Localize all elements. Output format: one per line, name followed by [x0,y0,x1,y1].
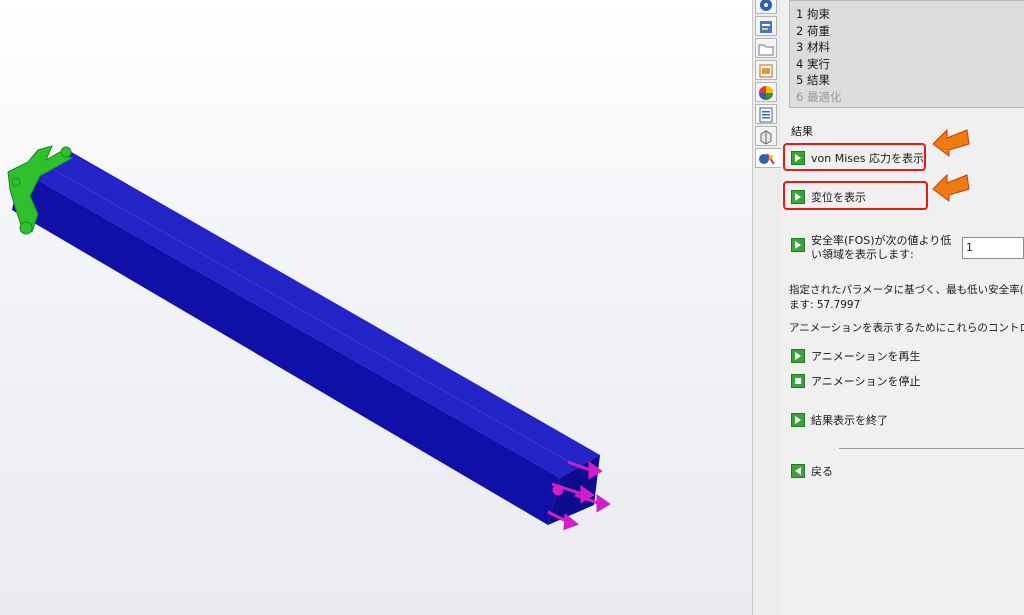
step-item[interactable]: 4 実行 [796,56,1024,73]
displacement-button[interactable]: 変位を表示 [791,189,866,205]
simxpress-tab-icon[interactable] [755,148,781,168]
callout-arrow-icon [932,173,970,202]
callout-arrow-icon [932,128,970,157]
exit-results-button[interactable]: 結果表示を終了 [791,412,888,428]
divider [839,448,1024,449]
von-mises-label: von Mises 応力を表示 [811,152,924,165]
simulation-tab-icon[interactable] [755,0,777,14]
back-button[interactable]: 戻る [791,463,833,479]
beam-top-face [20,150,600,478]
play-icon [791,349,805,363]
play-animation-button[interactable]: アニメーションを再生 [791,348,921,364]
beam-side-face [12,170,560,525]
exit-results-label: 結果表示を終了 [811,414,888,427]
step-item[interactable]: 3 材料 [796,39,1024,56]
model-tab-icon[interactable] [755,126,777,146]
arrow-right-icon [791,151,805,165]
back-label: 戻る [811,465,833,478]
arrow-right-icon [791,413,805,427]
folder-tab-icon[interactable] [755,38,777,58]
stop-icon [791,374,805,388]
stop-animation-label: アニメーションを停止 [811,375,921,388]
fos-label-line1: 安全率(FOS)が次の値より低 [811,234,952,247]
arrow-left-icon [791,464,805,478]
arrow-right-icon [791,190,805,204]
fos-button[interactable]: 安全率(FOS)が次の値より低 い領域を表示します: [791,234,951,262]
play-animation-label: アニメーションを再生 [811,350,921,363]
arrow-right-icon [791,238,805,252]
feature-manager-tabs [752,0,782,615]
steps-list: 1 拘束 2 荷重 3 材料 4 実行 5 結果 6 最適化 [789,0,1024,108]
fos-threshold-input[interactable]: 1 [962,237,1024,259]
von-mises-button[interactable]: von Mises 応力を表示 [791,150,924,166]
step-item[interactable]: 2 荷重 [796,23,1024,40]
config-tab-icon[interactable] [755,60,777,80]
step-item[interactable]: 1 拘束 [796,6,1024,23]
appearance-tab-icon[interactable] [755,82,777,102]
fos-label-line2: い領域を表示します: [811,248,914,261]
step-item[interactable]: 5 結果 [796,72,1024,89]
stop-animation-button[interactable]: アニメーションを停止 [791,373,921,389]
min-fos-text: 指定されたパラメータに基づく、最も低い安全率(FO ます: 57.7997 [789,284,1024,311]
simxpress-panel: 1 拘束 2 荷重 3 材料 4 実行 5 結果 6 最適化 結果 von Mi… [781,0,1024,615]
step-item: 6 最適化 [796,89,842,104]
animation-hint: アニメーションを表示するためにこれらのコントロー [789,322,1024,334]
displacement-label: 変位を表示 [811,191,866,204]
graphics-viewport[interactable] [0,0,752,615]
beam-model [7,145,611,531]
property-tab-icon[interactable] [755,16,777,36]
results-section-title: 結果 [791,125,813,138]
list-tab-icon[interactable] [755,104,777,124]
